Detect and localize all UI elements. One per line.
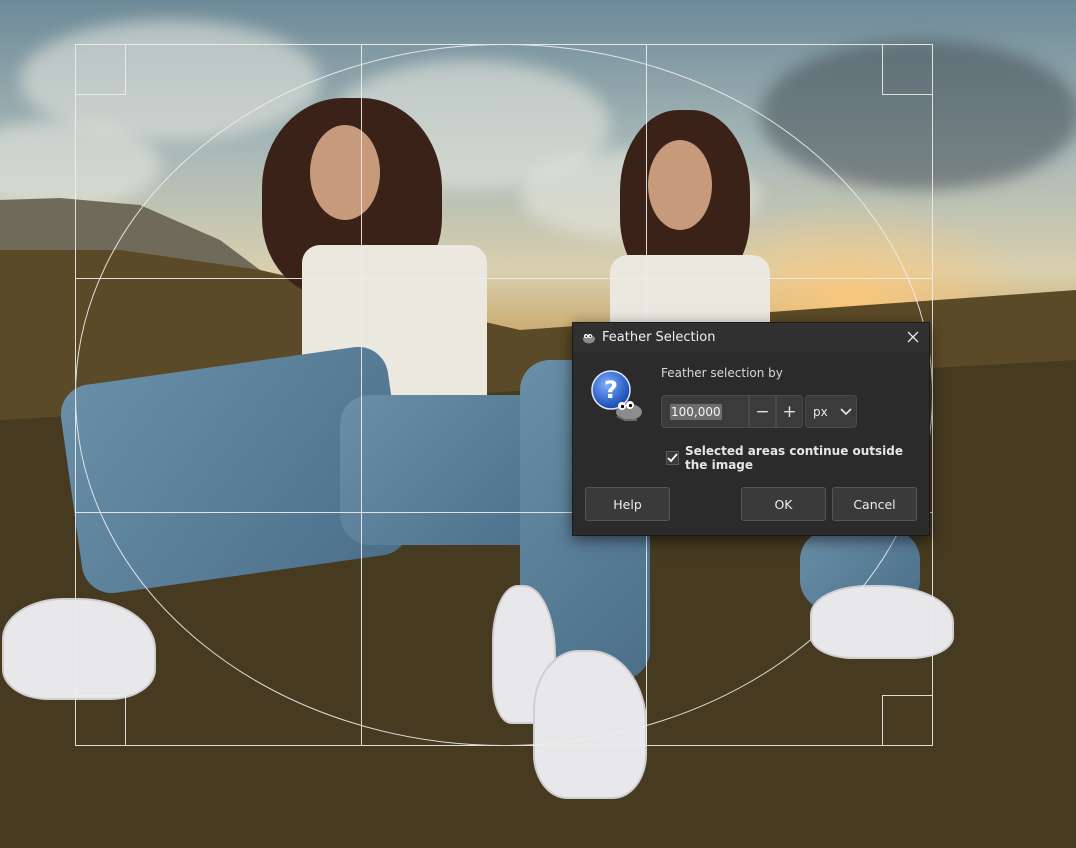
- gimp-wilber-icon: [582, 332, 596, 344]
- decrement-button[interactable]: −: [749, 395, 776, 428]
- plus-icon: +: [782, 401, 797, 422]
- feather-amount-label: Feather selection by: [661, 366, 783, 380]
- feather-amount-value: 100,000: [670, 403, 722, 420]
- help-button[interactable]: Help: [585, 487, 670, 521]
- cancel-button[interactable]: Cancel: [832, 487, 917, 521]
- feather-amount-input[interactable]: 100,000: [661, 395, 749, 428]
- increment-button[interactable]: +: [776, 395, 803, 428]
- close-button[interactable]: [903, 327, 923, 347]
- unit-value: px: [813, 404, 828, 419]
- question-help-icon: ?: [589, 368, 645, 424]
- close-icon: [907, 331, 919, 343]
- svg-text:?: ?: [604, 376, 618, 404]
- dialog-title: Feather Selection: [602, 330, 716, 345]
- continue-outside-label: Selected areas continue outside the imag…: [685, 444, 904, 472]
- chevron-down-icon: [840, 407, 852, 415]
- checkmark-icon: [667, 453, 678, 463]
- unit-dropdown[interactable]: px: [805, 395, 857, 428]
- dialog-titlebar[interactable]: Feather Selection: [573, 323, 929, 352]
- minus-icon: −: [755, 401, 770, 422]
- continue-outside-checkbox[interactable]: [666, 451, 679, 465]
- continue-outside-checkbox-row[interactable]: Selected areas continue outside the imag…: [666, 444, 929, 472]
- feather-selection-dialog: Feather Selection ? Feather selection by…: [572, 322, 930, 536]
- ok-button[interactable]: OK: [741, 487, 826, 521]
